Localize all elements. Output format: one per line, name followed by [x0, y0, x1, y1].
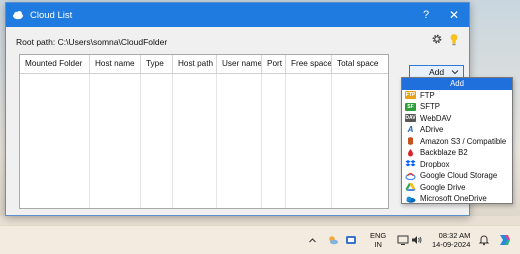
volume-icon[interactable]: [411, 234, 423, 246]
dropdown-item-google-drive[interactable]: Google Drive: [402, 182, 512, 194]
keyboard-region: IN: [374, 240, 382, 249]
column-header[interactable]: Type: [141, 55, 173, 73]
dropdown-item-webdav[interactable]: DAV WebDAV: [402, 113, 512, 125]
webdav-icon: DAV: [405, 114, 416, 123]
dropdown-item-label: Backblaze B2: [420, 148, 468, 158]
taskbar: ENG IN 08:32 AM 14-09-2024: [0, 225, 520, 254]
clock-time: 08:32 AM: [438, 231, 471, 240]
gear-icon[interactable]: [431, 33, 443, 45]
dropdown-item-onedrive[interactable]: Microsoft OneDrive: [402, 193, 512, 205]
app-tray-icon[interactable]: [345, 234, 357, 246]
dropdown-item-sftp[interactable]: SF SFTP: [402, 101, 512, 113]
dropdown-item-label: Microsoft OneDrive: [420, 194, 487, 204]
dropdown-item-adrive[interactable]: A ADrive: [402, 124, 512, 136]
lightbulb-icon[interactable]: [449, 33, 459, 46]
table-header: Mounted Folder Host name Type Host path …: [20, 55, 388, 74]
window-title: Cloud List: [30, 9, 73, 21]
column-header[interactable]: Host path: [173, 55, 217, 73]
column-divider: [20, 74, 90, 208]
network-icon[interactable]: [397, 234, 409, 246]
dropdown-item-google-cloud[interactable]: Google Cloud Storage: [402, 170, 512, 182]
column-divider: [217, 74, 262, 208]
system-clock[interactable]: 08:32 AM 14-09-2024: [432, 231, 470, 249]
dropdown-item-label: ADrive: [420, 125, 444, 135]
google-drive-icon: [405, 183, 416, 192]
root-path-label: Root path: C:\Users\somna\CloudFolder: [16, 37, 168, 47]
dropdown-item-add[interactable]: Add: [402, 78, 512, 90]
column-divider: [173, 74, 217, 208]
amazon-s3-icon: [408, 137, 413, 146]
dropdown-item-label: WebDAV: [420, 113, 452, 123]
weather-icon[interactable]: [327, 234, 339, 246]
adrive-icon: A: [407, 125, 414, 135]
chevron-down-icon: [451, 70, 459, 75]
dropdown-item-label: Add: [450, 79, 464, 89]
dropdown-item-label: SFTP: [420, 102, 440, 112]
ftp-icon: FTP: [405, 91, 416, 100]
add-button-label: Add: [428, 67, 445, 77]
column-divider: [262, 74, 286, 208]
dropdown-item-label: Google Cloud Storage: [420, 171, 498, 181]
sftp-icon: SF: [405, 102, 416, 111]
backblaze-icon: [408, 148, 413, 157]
column-header[interactable]: Mounted Folder: [20, 55, 90, 73]
notification-bell-icon[interactable]: [478, 234, 490, 246]
dropbox-icon: [405, 160, 416, 167]
column-divider: [90, 74, 141, 208]
dropdown-item-amazon-s3[interactable]: Amazon S3 / Compatible: [402, 136, 512, 148]
dropdown-item-label: Google Drive: [420, 182, 466, 192]
title-bar[interactable]: Cloud List ? ✕: [6, 3, 469, 27]
clock-date: 14-09-2024: [432, 240, 471, 249]
language-code: ENG: [370, 231, 387, 240]
column-header[interactable]: Free space: [286, 55, 332, 73]
column-header[interactable]: Host name: [90, 55, 141, 73]
show-hidden-icons-chevron-icon[interactable]: [308, 226, 317, 254]
column-divider: [286, 74, 332, 208]
onedrive-icon: [406, 196, 416, 203]
google-cloud-icon: [405, 172, 416, 180]
dropdown-item-label: FTP: [420, 90, 435, 100]
table-body[interactable]: [20, 74, 388, 208]
mounts-table[interactable]: Mounted Folder Host name Type Host path …: [19, 54, 389, 209]
dropdown-item-label: Dropbox: [420, 159, 450, 169]
copilot-icon[interactable]: [497, 233, 511, 247]
dropdown-item-dropbox[interactable]: Dropbox: [402, 159, 512, 171]
close-button[interactable]: ✕: [441, 3, 467, 27]
dropdown-item-ftp[interactable]: FTP FTP: [402, 90, 512, 102]
help-button[interactable]: ?: [413, 3, 439, 27]
add-dropdown-list[interactable]: Add FTP FTP SF SFTP DAV WebDAV A ADrive …: [401, 77, 513, 204]
dropdown-item-label: Amazon S3 / Compatible: [420, 136, 507, 146]
dropdown-item-backblaze[interactable]: Backblaze B2: [402, 147, 512, 159]
language-indicator[interactable]: ENG IN: [370, 231, 386, 249]
column-header[interactable]: Total space: [332, 55, 388, 73]
cloud-app-icon: [13, 11, 23, 20]
column-header[interactable]: Port: [262, 55, 286, 73]
column-divider: [141, 74, 173, 208]
column-header[interactable]: User name: [217, 55, 262, 73]
